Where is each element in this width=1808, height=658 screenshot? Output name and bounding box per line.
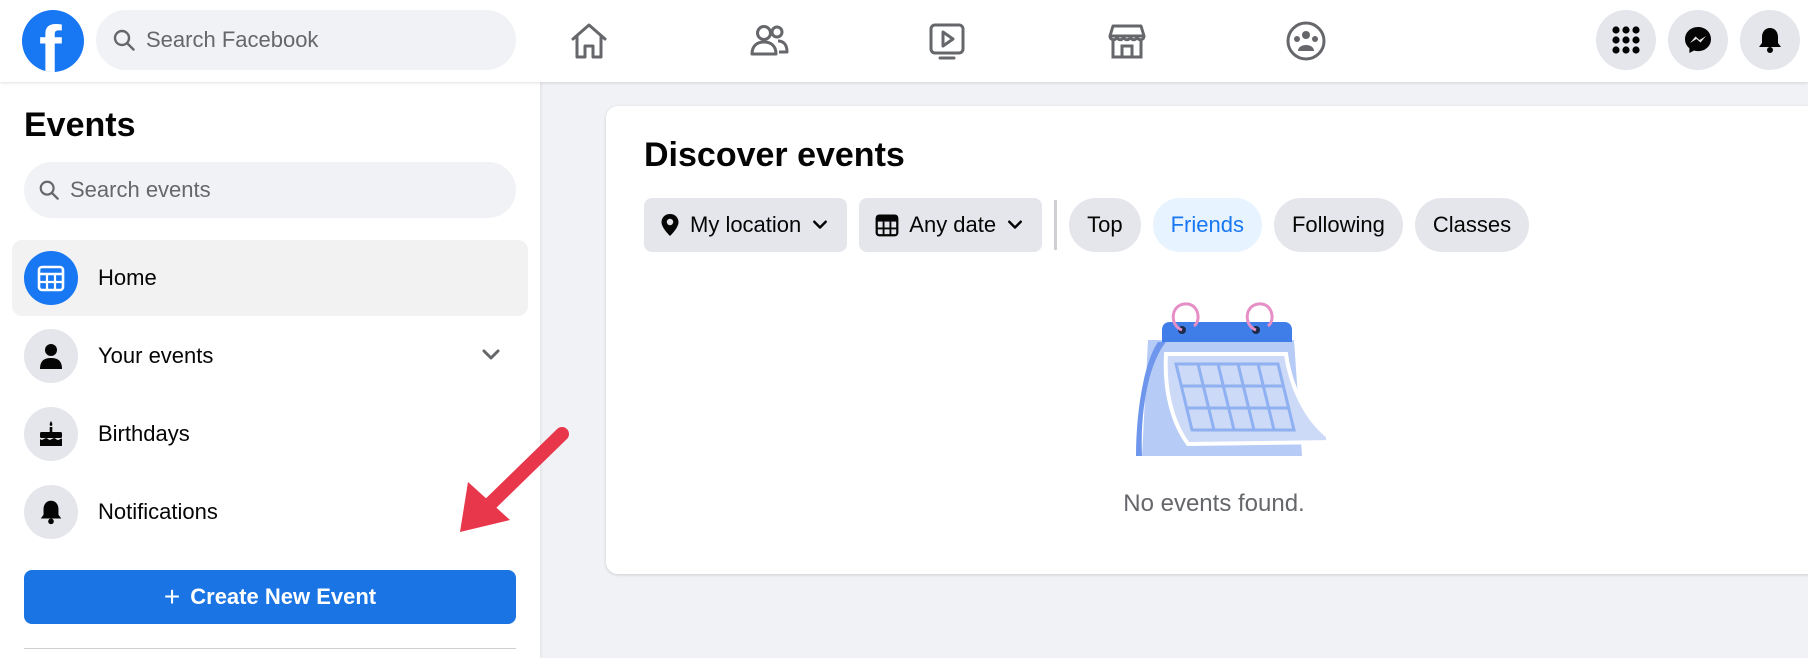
friends-icon — [750, 25, 789, 56]
events-sidebar: Events Home Your events — [0, 82, 540, 658]
friends-nav-button[interactable] — [744, 16, 794, 66]
facebook-logo[interactable]: f — [22, 10, 84, 72]
sidebar-item-label: Notifications — [98, 499, 218, 524]
groups-nav-button[interactable] — [1281, 16, 1331, 66]
sidebar-item-label: Birthdays — [98, 421, 190, 446]
events-search-box[interactable] — [24, 162, 516, 218]
marketplace-icon — [1108, 24, 1146, 59]
sidebar-item-label: Home — [98, 265, 157, 290]
location-pin-icon — [661, 214, 679, 236]
page-title: Discover events — [644, 136, 905, 174]
notifications-button[interactable] — [1740, 10, 1800, 70]
filter-separator — [1054, 200, 1058, 250]
notifications-icon — [1759, 28, 1781, 53]
top-navigation-bar: f — [0, 0, 1808, 82]
date-filter-label: Any date — [909, 212, 997, 237]
filter-pill-friends[interactable]: Friends — [1152, 198, 1262, 252]
sidebar-divider — [24, 648, 516, 649]
cake-icon — [40, 421, 62, 446]
groups-icon — [1286, 21, 1326, 61]
events-search-input[interactable] — [70, 177, 410, 203]
bell-icon — [40, 500, 62, 525]
empty-state-message: No events found. — [1123, 490, 1305, 517]
date-filter-dropdown[interactable]: Any date — [859, 198, 1043, 252]
sidebar-icon-your-events — [24, 329, 78, 383]
filter-pill-top[interactable]: Top — [1069, 198, 1141, 252]
filter-bar: My location Any date Top Friends Followi… — [644, 198, 1541, 252]
location-filter-label: My location — [690, 212, 802, 237]
sidebar-title: Events — [24, 106, 136, 144]
create-new-event-button[interactable]: + Create New Event — [24, 570, 516, 624]
watch-nav-button[interactable] — [922, 16, 972, 66]
location-filter-dropdown[interactable]: My location — [644, 198, 848, 252]
messenger-button[interactable] — [1668, 10, 1728, 70]
sidebar-icon-notifications — [24, 485, 78, 539]
person-icon — [40, 344, 62, 369]
plus-icon: + — [163, 581, 181, 612]
annotation-arrow-icon — [460, 427, 569, 532]
discover-events-card: Discover events My location Any date Top… — [606, 106, 1808, 574]
filter-pill-classes[interactable]: Classes — [1414, 198, 1530, 252]
watch-icon — [929, 23, 965, 60]
calendar-icon — [875, 214, 899, 237]
facebook-search-box[interactable] — [96, 10, 516, 70]
menu-button[interactable] — [1596, 10, 1656, 70]
search-icon — [39, 180, 59, 200]
messenger-icon — [1685, 27, 1711, 53]
facebook-search-input[interactable] — [146, 27, 486, 53]
create-new-event-label: Create New Event — [190, 584, 377, 609]
chevron-down-icon — [1008, 220, 1023, 229]
sidebar-icon-home — [24, 251, 78, 305]
filter-pill-following[interactable]: Following — [1273, 198, 1403, 252]
empty-calendar-illustration — [1136, 302, 1326, 456]
facebook-logo-letter: f — [39, 12, 62, 72]
home-nav-button[interactable] — [564, 16, 614, 66]
marketplace-nav-button[interactable] — [1102, 16, 1152, 66]
sidebar-icon-birthdays — [24, 407, 78, 461]
chevron-down-icon[interactable] — [480, 344, 502, 366]
sidebar-item-label: Your events — [98, 343, 214, 368]
sidebar-item-home[interactable]: Home — [12, 240, 528, 316]
menu-grid-icon — [1612, 26, 1640, 54]
chevron-down-icon — [813, 220, 828, 229]
sidebar-item-your-events[interactable]: Your events — [12, 318, 528, 394]
home-icon — [571, 23, 607, 59]
search-icon — [113, 29, 135, 51]
calendar-icon — [37, 265, 65, 292]
